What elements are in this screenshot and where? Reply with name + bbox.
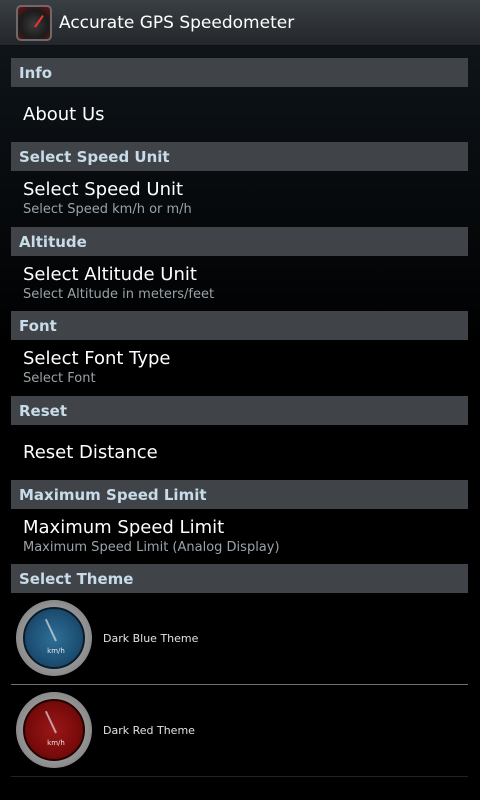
select-font-type-item[interactable]: Select Font Type Select Font <box>11 348 468 387</box>
select-altitude-unit-item[interactable]: Select Altitude Unit Select Altitude in … <box>11 264 468 303</box>
theme-label: Dark Blue Theme <box>103 631 199 645</box>
gauge-unit-label: km/h <box>47 647 65 655</box>
gauge-face: km/h <box>23 607 85 669</box>
title-bar: Accurate GPS Speedometer <box>0 0 480 46</box>
app-title: Accurate GPS Speedometer <box>59 12 295 33</box>
select-speed-unit-subtitle: Select Speed km/h or m/h <box>23 202 192 217</box>
theme-option-dark-red[interactable]: km/h Dark Red Theme <box>11 686 468 774</box>
section-header-theme: Select Theme <box>11 564 468 593</box>
speedometer-gauge-icon: km/h <box>16 600 92 676</box>
maximum-speed-limit-item[interactable]: Maximum Speed Limit Maximum Speed Limit … <box>11 517 468 556</box>
select-speed-unit-item[interactable]: Select Speed Unit Select Speed km/h or m… <box>11 179 468 218</box>
about-us-item[interactable]: About Us <box>11 89 468 141</box>
theme-option-dark-blue[interactable]: km/h Dark Blue Theme <box>11 594 468 682</box>
select-speed-unit-title: Select Speed Unit <box>23 179 184 200</box>
section-header-font: Font <box>11 311 468 340</box>
select-font-type-title: Select Font Type <box>23 348 171 369</box>
section-header-reset: Reset <box>11 396 468 425</box>
gauge-unit-label: km/h <box>47 739 65 747</box>
maximum-speed-limit-title: Maximum Speed Limit <box>23 517 225 538</box>
divider <box>11 684 468 685</box>
speedometer-gauge-icon: km/h <box>16 692 92 768</box>
reset-distance-label: Reset Distance <box>23 442 158 463</box>
gauge-needle <box>44 618 57 642</box>
gauge-needle <box>44 710 57 734</box>
theme-label: Dark Red Theme <box>103 723 195 737</box>
section-header-max-speed: Maximum Speed Limit <box>11 480 468 509</box>
reset-distance-item[interactable]: Reset Distance <box>11 427 468 479</box>
select-font-type-subtitle: Select Font <box>23 371 96 386</box>
select-altitude-unit-subtitle: Select Altitude in meters/feet <box>23 287 215 302</box>
settings-list[interactable]: Info About Us Select Speed Unit Select S… <box>0 46 480 800</box>
maximum-speed-limit-subtitle: Maximum Speed Limit (Analog Display) <box>23 540 280 555</box>
select-altitude-unit-title: Select Altitude Unit <box>23 264 197 285</box>
gauge-face: km/h <box>23 699 85 761</box>
section-header-altitude: Altitude <box>11 227 468 256</box>
section-header-speed-unit: Select Speed Unit <box>11 142 468 171</box>
divider <box>11 776 468 777</box>
section-header-info: Info <box>11 58 468 87</box>
about-us-label: About Us <box>23 104 105 125</box>
speedometer-icon <box>16 4 52 41</box>
